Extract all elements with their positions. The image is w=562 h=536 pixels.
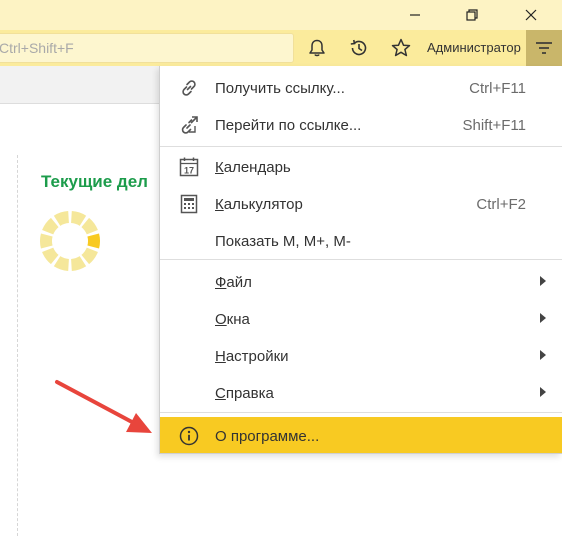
- menu-item-help[interactable]: Справка: [160, 374, 562, 410]
- menu-item-label: Перейти по ссылке...: [215, 117, 362, 134]
- menu-item-label-rest: алендарь: [223, 159, 291, 176]
- menu-item-file[interactable]: Файл: [160, 263, 562, 299]
- main-menu-button[interactable]: [526, 30, 562, 66]
- spinner-segment: [81, 247, 98, 265]
- menu-item-label: Показать M, M+, M-: [215, 233, 351, 250]
- favorites-button[interactable]: [384, 33, 418, 63]
- notifications-button[interactable]: [300, 33, 334, 63]
- minimize-icon: [410, 14, 420, 16]
- toolbar: Администратор: [0, 30, 562, 66]
- menu-item-label: О программе...: [215, 428, 320, 445]
- menu-item-calculator[interactable]: Калькулятор Ctrl+F2: [160, 185, 562, 221]
- spinner-segment: [71, 256, 87, 271]
- menu-item-access-key: Ф: [215, 274, 227, 291]
- calendar-day-number: 17: [184, 166, 194, 176]
- history-icon: [350, 39, 367, 56]
- bell-icon: [309, 39, 325, 57]
- menu-item-access-key: Н: [215, 348, 226, 365]
- submenu-arrow-icon: [540, 350, 546, 360]
- menu-item-label: Справка: [215, 385, 274, 402]
- menu-item-shortcut: Ctrl+F2: [476, 196, 526, 213]
- menu-item-access-key: С: [215, 385, 226, 402]
- link-icon: [178, 77, 200, 99]
- menu-item-label-rest: кна: [226, 311, 250, 328]
- menu-item-access-key: К: [215, 159, 224, 176]
- submenu-arrow-icon: [540, 313, 546, 323]
- spinner-segment: [87, 233, 101, 249]
- calendar-icon: 17: [178, 156, 200, 178]
- menu-item-label: Календарь: [215, 159, 291, 176]
- section-title: Текущие дел: [41, 172, 148, 191]
- spinner-segment: [39, 233, 53, 249]
- menu-item-settings[interactable]: Настройки: [160, 337, 562, 373]
- menu-item-label-rest: правка: [225, 385, 274, 402]
- menu-item-label: Файл: [215, 274, 252, 291]
- spinner-segment: [71, 211, 87, 226]
- menu-separator: [160, 412, 562, 413]
- menu-separator: [160, 146, 562, 147]
- menu-item-shortcut: Shift+F11: [462, 117, 526, 134]
- calculator-icon: [178, 193, 200, 215]
- hamburger-menu-icon: [536, 42, 552, 54]
- menu-item-label: Настройки: [215, 348, 289, 365]
- menu-item-access-key: О: [215, 311, 227, 328]
- menu-item-access-key: К: [215, 196, 224, 213]
- spinner-segment: [42, 217, 59, 235]
- menu-item-label-rest: алькулятор: [223, 196, 303, 213]
- submenu-arrow-icon: [540, 276, 546, 286]
- link-arrow-icon: [178, 114, 200, 136]
- menu-item-calendar[interactable]: 17 Календарь: [160, 148, 562, 184]
- restore-button[interactable]: [452, 0, 492, 30]
- menu-item-shortcut: Ctrl+F11: [469, 80, 526, 97]
- menu-item-label: Калькулятор: [215, 196, 303, 213]
- restore-icon: [466, 9, 478, 21]
- panel-divider: [17, 155, 18, 536]
- menu-item-follow-link[interactable]: Перейти по ссылке... Shift+F11: [160, 106, 562, 142]
- app-window: Администратор Текущие дел Получить ссыл: [0, 0, 562, 536]
- spinner-segment: [42, 247, 59, 265]
- menu-item-about[interactable]: О программе...: [160, 417, 562, 453]
- spinner-segment: [53, 256, 69, 271]
- main-menu-dropdown: Получить ссылку... Ctrl+F11 Перейти по с…: [159, 66, 562, 454]
- spinner-segment: [81, 217, 98, 235]
- menu-item-label-rest: астройки: [225, 348, 289, 365]
- submenu-arrow-icon: [540, 387, 546, 397]
- menu-item-label: Окна: [215, 311, 250, 328]
- close-button[interactable]: [511, 0, 551, 30]
- menu-item-windows[interactable]: Окна: [160, 300, 562, 336]
- menu-separator: [160, 259, 562, 260]
- star-icon: [391, 38, 411, 57]
- search-field[interactable]: [0, 33, 294, 63]
- info-icon: [178, 425, 200, 447]
- search-input[interactable]: [0, 34, 293, 62]
- menu-item-get-link[interactable]: Получить ссылку... Ctrl+F11: [160, 69, 562, 105]
- menu-item-show-memory[interactable]: Показать M, M+, M-: [160, 222, 562, 258]
- menu-item-label: Получить ссылку...: [215, 80, 345, 97]
- title-bar: [0, 0, 562, 30]
- user-name[interactable]: Администратор: [427, 40, 521, 55]
- spinner-segment: [53, 211, 69, 226]
- minimize-button[interactable]: [395, 0, 435, 30]
- menu-item-label-rest: айл: [226, 274, 252, 291]
- close-icon: [525, 9, 537, 21]
- history-button[interactable]: [342, 33, 376, 63]
- loading-spinner-icon: [39, 211, 101, 271]
